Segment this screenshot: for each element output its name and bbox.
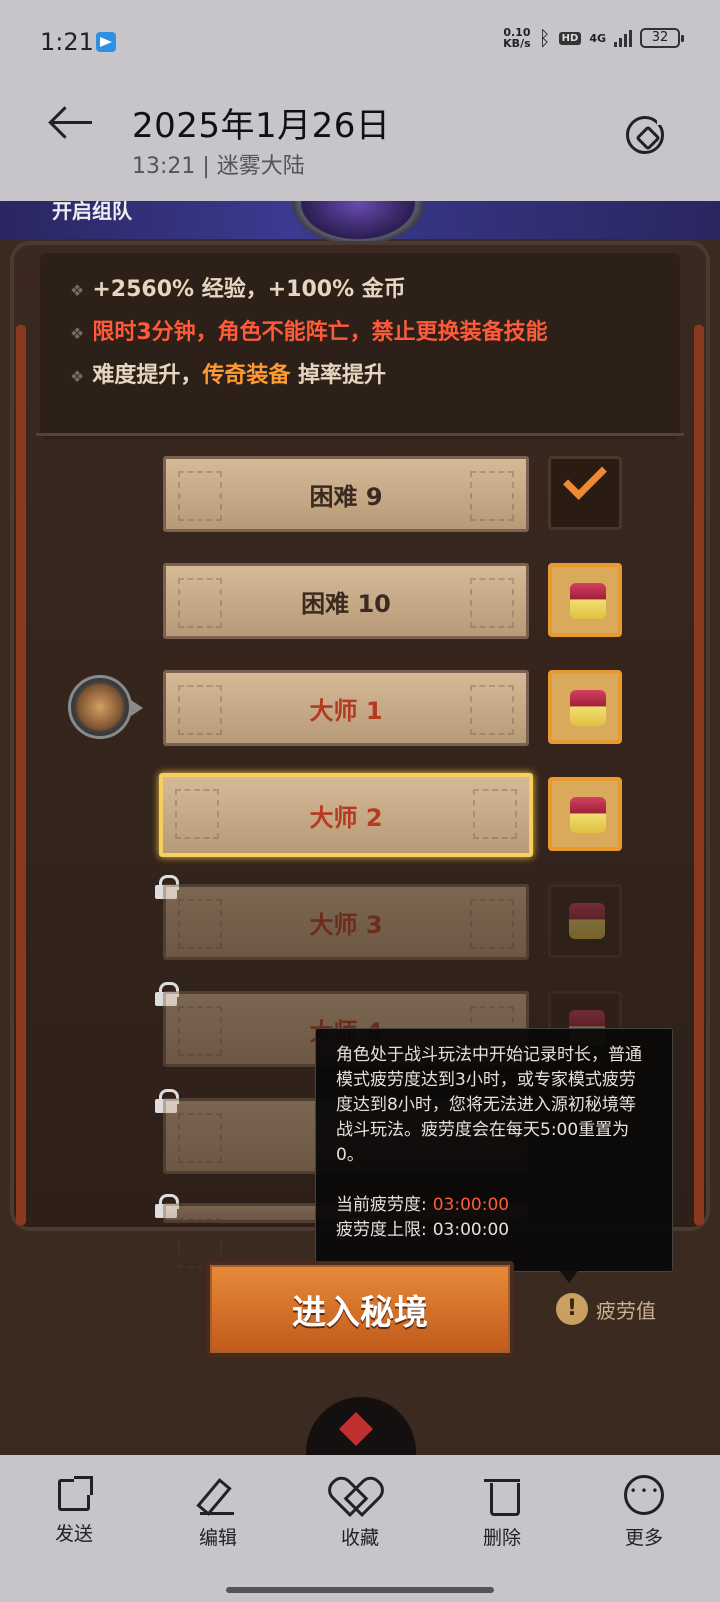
- level-hard-9[interactable]: 困难 9: [163, 456, 529, 532]
- pencil-icon: [198, 1475, 238, 1515]
- level-hard-10[interactable]: 困难 10: [163, 563, 529, 639]
- status-time: 1:21: [40, 28, 94, 56]
- telegram-icon: [96, 32, 116, 52]
- heart-icon: [340, 1475, 380, 1515]
- home-indicator[interactable]: [226, 1587, 494, 1593]
- send-button[interactable]: 发送: [34, 1475, 114, 1546]
- tooltip-body: 角色处于战斗玩法中开始记录时长，普通模式疲劳度达到3小时，或专家模式疲劳度达到8…: [336, 1045, 642, 1165]
- back-button[interactable]: [48, 102, 98, 142]
- page-subtitle: 13:21 | 迷雾大陆: [132, 154, 305, 179]
- info-line-drop: ❖ 难度提升，传奇装备 掉率提升: [70, 363, 387, 388]
- chest-icon: [570, 690, 606, 726]
- signal-icon: [614, 29, 632, 47]
- level-master-1-chest[interactable]: [548, 670, 622, 744]
- current-fatigue-value: 03:00:00: [432, 1195, 510, 1215]
- warning-icon: !: [556, 1293, 588, 1325]
- info-line-reward: ❖ +2560% 经验，+100% 金币: [70, 277, 406, 302]
- fatigue-label: 疲劳值: [596, 1298, 656, 1323]
- level-master-3-chest: [548, 884, 622, 958]
- more-icon: [624, 1475, 664, 1515]
- rotate-icon[interactable]: [626, 115, 667, 154]
- divider: [36, 433, 684, 436]
- chest-icon: [570, 797, 606, 833]
- fatigue-limit-value: 03:00:00: [432, 1220, 510, 1240]
- network-type: 4G: [589, 31, 606, 45]
- more-button[interactable]: 更多: [604, 1475, 684, 1550]
- info-line-rules: ❖ 限时3分钟，角色不能阵亡，禁止更换装备技能: [70, 320, 548, 345]
- viewer-header: 2025年1月26日 13:21 | 迷雾大陆: [0, 86, 720, 201]
- fatigue-info-button[interactable]: ! 疲劳值: [556, 1293, 656, 1325]
- status-bar: 1:21 0.10 KB/s ᛒ HD 4G 32: [0, 0, 720, 86]
- battery-icon: 32: [640, 28, 684, 48]
- bottom-toolbar: 发送 编辑 收藏 删除 更多: [0, 1455, 720, 1602]
- hd-badge: HD: [558, 31, 582, 45]
- current-fatigue-label: 当前疲劳度:: [336, 1195, 427, 1215]
- level-master-3[interactable]: 大师 3: [163, 884, 529, 960]
- frame-right-bar: [694, 325, 704, 1225]
- check-icon: [563, 456, 607, 500]
- game-screenshot: 开启组队 ❖ +2560% 经验，+100% 金币 ❖ 限时3分钟，角色不能阵亡，禁…: [0, 201, 720, 1455]
- level-hard-9-completed: [548, 456, 622, 530]
- status-icons: 0.10 KB/s ᛒ HD 4G 32: [503, 26, 684, 50]
- fatigue-limit-label: 疲劳度上限:: [336, 1220, 427, 1240]
- fatigue-tooltip: 角色处于战斗玩法中开始记录时长，普通模式疲劳度达到3小时，或专家模式疲劳度达到8…: [315, 1028, 673, 1283]
- chest-icon: [569, 903, 605, 939]
- frame-left-bar: [16, 325, 26, 1225]
- level-hard-10-chest[interactable]: [548, 563, 622, 637]
- favorite-button[interactable]: 收藏: [320, 1475, 400, 1550]
- chest-icon: [570, 583, 606, 619]
- level-master-2-chest[interactable]: [548, 777, 622, 851]
- bluetooth-icon: ᛒ: [538, 26, 551, 50]
- player-avatar-marker: [68, 675, 143, 739]
- enter-dungeon-button[interactable]: 进入秘境: [206, 1261, 514, 1357]
- team-title: 开启组队: [52, 201, 132, 223]
- level-master-1[interactable]: 大师 1: [163, 670, 529, 746]
- page-title: 2025年1月26日: [132, 106, 391, 146]
- bottom-emblem: [306, 1397, 416, 1455]
- share-icon: [58, 1476, 93, 1511]
- network-speed: 0.10 KB/s: [503, 26, 531, 50]
- level-master-2[interactable]: 大师 2: [159, 773, 533, 857]
- delete-button[interactable]: 删除: [462, 1475, 542, 1550]
- trash-icon: [482, 1475, 522, 1516]
- edit-button[interactable]: 编辑: [178, 1475, 258, 1550]
